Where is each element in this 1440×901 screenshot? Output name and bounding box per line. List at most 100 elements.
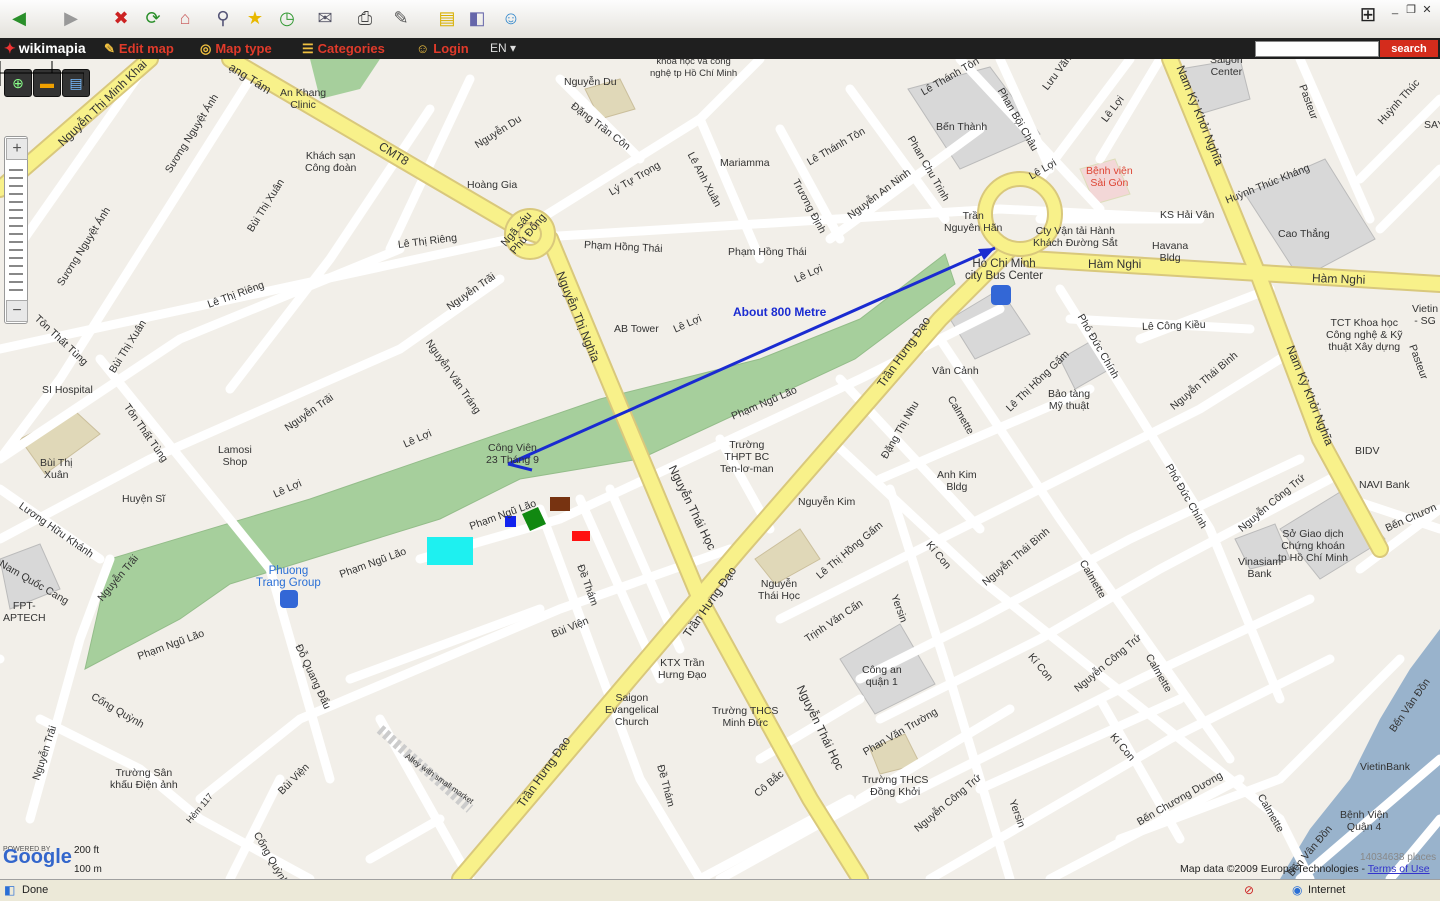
place-ktx[interactable]: KTX Trần Hưng Đạo — [658, 657, 706, 681]
place-saigon-church[interactable]: Saigon Evangelical Church — [605, 692, 659, 728]
browser-toolbar: ◀ ▶ ✖ ⟳ ⌂ ⚲ ★ ◷ ✉ ⎙ ✎ ▤ ◧ ☺ ⊞ _ ❐ ✕ — [0, 0, 1440, 39]
place-vietin-sg[interactable]: Vietin - SG — [1412, 303, 1438, 327]
zoom-tick[interactable] — [9, 281, 23, 283]
place-cty-van-tai[interactable]: Cty Vận tải Hành Khách Đường Sắt — [1033, 225, 1118, 249]
zoom-tick[interactable] — [9, 209, 23, 211]
place-so-giao-dich[interactable]: Sở Giao dịch Chứng khoán tp Hồ Chí Minh — [1278, 528, 1348, 564]
terms-of-use-link[interactable]: Terms of Use — [1368, 863, 1430, 875]
place-si-hospital[interactable]: SI Hospital — [42, 384, 93, 396]
mail-icon[interactable]: ✉ — [312, 5, 338, 31]
place-ben-thanh[interactable]: Bến Thành — [936, 121, 987, 133]
edit-icon[interactable]: ✎ — [388, 5, 414, 31]
place-nguyen-kim[interactable]: Nguyễn Kim — [798, 496, 855, 508]
zoom-tick[interactable] — [9, 193, 23, 195]
refresh-icon[interactable]: ⟳ — [140, 5, 166, 31]
place-lamosi[interactable]: Lamosi Shop — [218, 444, 252, 468]
zoom-tick[interactable] — [9, 233, 23, 235]
favorites-icon[interactable]: ★ — [242, 5, 268, 31]
language-select[interactable]: EN ▾ — [490, 41, 516, 55]
place-havana[interactable]: Havana Bldg — [1152, 240, 1188, 264]
places-count: 14034638 places — [1360, 852, 1437, 863]
phuong-trang-bus-icon — [280, 590, 298, 608]
search-input[interactable] — [1255, 41, 1379, 57]
place-benh-vien-q4[interactable]: Bệnh Viện Quận 4 — [1340, 809, 1388, 833]
zoom-tick[interactable] — [9, 273, 23, 275]
place-ab-tower[interactable]: AB Tower — [614, 323, 659, 335]
minimize-icon[interactable]: _ — [1388, 2, 1402, 16]
zoom-out-icon[interactable]: − — [6, 300, 28, 322]
search-icon[interactable]: ⚲ — [210, 5, 236, 31]
history-icon[interactable]: ◷ — [274, 5, 300, 31]
status-text: Done — [22, 884, 49, 896]
edit-map-menu[interactable]: ✎ Edit map — [104, 41, 174, 57]
print-icon[interactable]: ⎙ — [352, 5, 378, 31]
place-say[interactable]: SAY — [1424, 119, 1440, 131]
forward-icon[interactable]: ▶ — [58, 5, 84, 31]
place-truong-san-khau[interactable]: Trường Sân khấu Điện ảnh — [110, 767, 178, 791]
place-tct-khoa-hoc[interactable]: TCT Khoa học Công nghệ & Kỹ thuật Xây dự… — [1326, 317, 1402, 353]
place-saigon-center[interactable]: Saigon Center — [1210, 59, 1243, 78]
place-nguyen-thai-hoc[interactable]: Nguyễn Thái Học — [758, 578, 800, 602]
place-bui-thi-xuan[interactable]: Bùi Thị Xuân — [40, 457, 73, 481]
messenger-icon[interactable]: ☺ — [498, 5, 524, 31]
place-thcs-minh-duc[interactable]: Trường THCS Minh Đức — [712, 705, 778, 729]
place-anh-kim[interactable]: Anh Kim Bldg — [937, 469, 977, 493]
place-hoang-gia[interactable]: Hoàng Gia — [467, 179, 517, 191]
zoom-tick[interactable] — [9, 289, 23, 291]
login-menu[interactable]: ☺ Login — [416, 41, 469, 56]
place-benh-vien-sg[interactable]: Bệnh viện Sài Gòn — [1086, 165, 1133, 189]
zoom-tick[interactable] — [9, 249, 23, 251]
place-vinasiam[interactable]: Vinasiam Bank — [1238, 556, 1281, 580]
browser-status-bar: ◧ Done ⊘ ◉ Internet — [0, 879, 1440, 901]
place-navi-bank[interactable]: NAVI Bank — [1359, 479, 1410, 491]
home-icon[interactable]: ⌂ — [172, 5, 198, 31]
zoom-tick[interactable] — [9, 257, 23, 259]
map-type-menu[interactable]: ◎ Map type — [200, 41, 272, 57]
place-bao-tang[interactable]: Bảo tàng Mỹ thuật — [1048, 388, 1090, 412]
place-khach-san[interactable]: Khách sạn Công đoàn — [305, 150, 356, 174]
place-tran-nguyen-han[interactable]: Trần Nguyên Hãn — [944, 210, 1002, 234]
map-canvas[interactable]: ⊕ ▬ ▤ + − About 800 Metre An Khang Clini… — [0, 59, 1440, 879]
restore-icon[interactable]: ❐ — [1404, 2, 1418, 16]
google-logo: Google — [3, 846, 72, 868]
place-an-khang[interactable]: An Khang Clinic — [280, 87, 326, 111]
discuss-icon[interactable]: ▤ — [434, 5, 460, 31]
street-ham-nghi-2: Hàm Nghi — [1311, 271, 1366, 287]
research-icon[interactable]: ◧ — [464, 5, 490, 31]
popup-blocker-icon[interactable]: ⊘ — [1244, 883, 1254, 897]
zoom-tick[interactable] — [9, 169, 23, 171]
place-fpt[interactable]: FPT- APTECH — [3, 600, 46, 624]
zoom-tick[interactable] — [9, 185, 23, 187]
place-nguyen-du[interactable]: Nguyễn Du — [564, 76, 617, 88]
zoom-tick[interactable] — [9, 177, 23, 179]
zoom-slider[interactable]: + − — [4, 136, 28, 324]
zoom-tick[interactable] — [9, 201, 23, 203]
place-van-canh[interactable]: Vân Cảnh — [932, 365, 979, 377]
windows-logo-icon: ⊞ — [1359, 3, 1377, 26]
place-truong-thpt[interactable]: Trường THPT BC Ten-lơ-man — [720, 439, 774, 475]
place-thcs-dong-khoi[interactable]: Trường THCS Đồng Khởi — [862, 774, 928, 798]
back-icon[interactable]: ◀ — [6, 5, 32, 31]
zoom-in-icon[interactable]: + — [6, 138, 28, 160]
place-huyen-si[interactable]: Huyện Sĩ — [122, 493, 165, 505]
scale-bar — [0, 61, 84, 86]
search-button[interactable]: search — [1380, 40, 1438, 57]
close-icon[interactable]: ✕ — [1420, 2, 1434, 16]
place-cong-an[interactable]: Công an quận 1 — [862, 664, 902, 688]
zoom-tick[interactable] — [9, 241, 23, 243]
place-mariamma[interactable]: Mariamma — [720, 157, 770, 169]
zoom-tick[interactable] — [9, 265, 23, 267]
stop-icon[interactable]: ✖ — [108, 5, 134, 31]
zoom-tick[interactable] — [9, 217, 23, 219]
place-cong-vien[interactable]: Công Viên 23 Tháng 9 — [486, 442, 539, 466]
place-bidv[interactable]: BIDV — [1355, 445, 1380, 457]
place-vietinbank[interactable]: VietinBank — [1360, 761, 1410, 773]
categories-menu[interactable]: ☰ Categories — [302, 41, 385, 57]
place-phuong-trang[interactable]: Phuong Trang Group — [256, 565, 321, 589]
zoom-tick[interactable] — [9, 225, 23, 227]
place-cao-thang[interactable]: Cao Thắng — [1278, 228, 1330, 240]
place-trung-tam[interactable]: Trung tâm thông tin khoa học và công ngh… — [650, 59, 737, 80]
place-bus-center[interactable]: Ho Chi Minh city Bus Center — [965, 258, 1043, 282]
distance-annotation: About 800 Metre — [733, 305, 827, 319]
wikimapia-logo[interactable]: ✦ wikimapia — [4, 40, 86, 57]
